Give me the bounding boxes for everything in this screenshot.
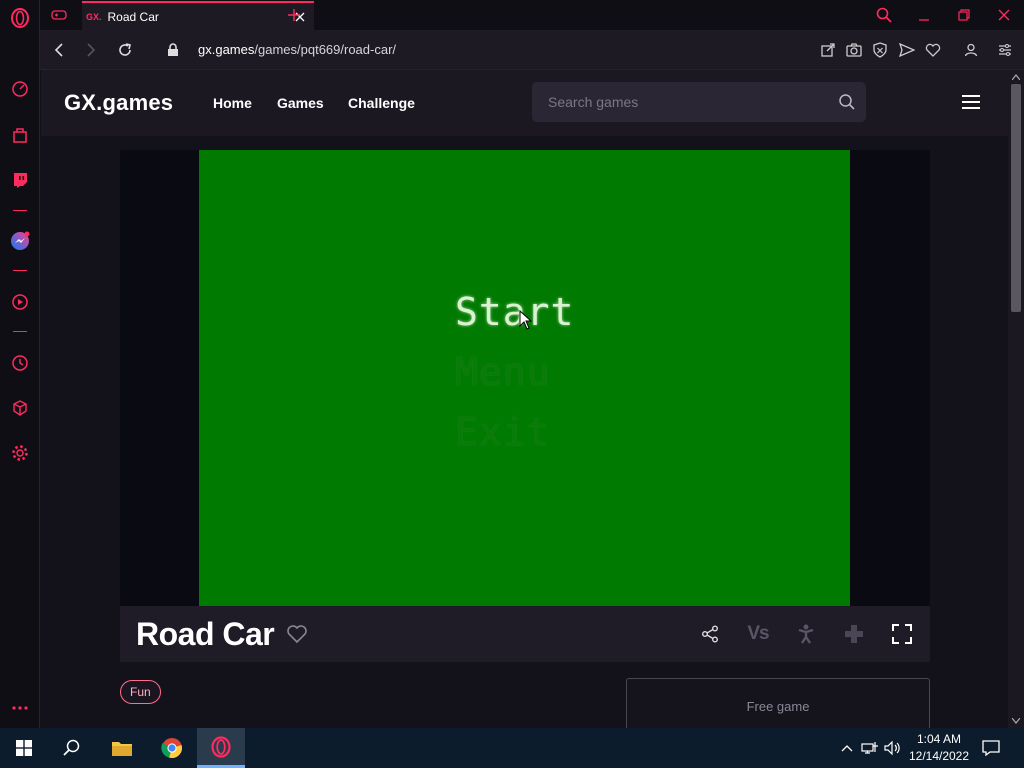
tag-fun[interactable]: Fun bbox=[120, 680, 161, 704]
url-host: gx.games bbox=[198, 42, 255, 57]
web-page: GX.games Home Games Challenge Start Menu… bbox=[41, 70, 1008, 728]
search-box bbox=[532, 82, 866, 122]
taskbar-search-icon[interactable] bbox=[48, 728, 96, 768]
game-frame: Start Menu Exit bbox=[120, 150, 930, 606]
opera-logo-icon[interactable] bbox=[9, 7, 31, 29]
close-window-icon[interactable] bbox=[993, 4, 1015, 26]
sidebar-divider bbox=[13, 270, 27, 271]
forward-arrow-icon[interactable] bbox=[80, 39, 102, 61]
page-scrollbar[interactable] bbox=[1008, 70, 1024, 728]
volume-icon[interactable] bbox=[884, 738, 902, 758]
sidebar-divider bbox=[13, 210, 27, 211]
hamburger-menu-icon[interactable] bbox=[962, 95, 980, 109]
share-icon[interactable] bbox=[698, 622, 722, 646]
tab-title: Road Car bbox=[107, 9, 159, 24]
scroll-up-arrow-icon[interactable] bbox=[1011, 72, 1021, 82]
windows-start-icon[interactable] bbox=[0, 728, 48, 768]
versus-mode-label[interactable]: Vs bbox=[746, 622, 770, 646]
free-game-label: Free game bbox=[746, 699, 810, 714]
scroll-down-arrow-icon[interactable] bbox=[1011, 716, 1021, 726]
player-icon[interactable] bbox=[9, 291, 31, 313]
tab-bar: GX. Road Car bbox=[40, 0, 1024, 30]
share-page-icon[interactable] bbox=[818, 40, 838, 60]
nav-challenge[interactable]: Challenge bbox=[348, 95, 415, 111]
adblock-shield-icon[interactable] bbox=[870, 40, 890, 60]
more-options-icon[interactable] bbox=[9, 697, 31, 719]
tray-chevron-up-icon[interactable] bbox=[838, 738, 856, 758]
bookmark-heart-icon[interactable] bbox=[923, 40, 943, 60]
nav-home[interactable]: Home bbox=[213, 95, 252, 111]
mouse-cursor-icon bbox=[519, 310, 533, 330]
file-explorer-icon[interactable] bbox=[98, 728, 146, 768]
restore-icon[interactable] bbox=[953, 4, 975, 26]
search-icon[interactable] bbox=[838, 93, 856, 111]
scroll-thumb[interactable] bbox=[1011, 84, 1021, 312]
tab-road-car[interactable]: GX. Road Car bbox=[82, 1, 314, 30]
new-tab-plus-icon[interactable] bbox=[284, 5, 304, 25]
reload-icon[interactable] bbox=[114, 39, 136, 61]
camera-snapshot-icon[interactable] bbox=[844, 40, 864, 60]
easy-setup-icon[interactable] bbox=[995, 40, 1015, 60]
taskbar-clock[interactable]: 1:04 AM 12/14/2022 bbox=[904, 731, 974, 765]
sidebar-divider bbox=[13, 331, 27, 332]
speed-dial-icon[interactable] bbox=[9, 78, 31, 100]
gx-games-logo[interactable]: GX.games bbox=[64, 90, 173, 116]
fullscreen-icon[interactable] bbox=[890, 622, 914, 646]
controller-dpad-icon[interactable] bbox=[842, 622, 866, 646]
network-icon[interactable] bbox=[861, 738, 879, 758]
windows-taskbar: 1:04 AM 12/14/2022 bbox=[0, 728, 1024, 768]
messenger-icon[interactable] bbox=[9, 230, 31, 252]
settings-gear-icon[interactable] bbox=[9, 442, 31, 464]
clock-time: 1:04 AM bbox=[916, 732, 962, 746]
nav-games[interactable]: Games bbox=[277, 95, 324, 111]
menu-option-menu[interactable]: Menu bbox=[455, 350, 551, 394]
lock-icon[interactable] bbox=[162, 39, 184, 61]
url-field[interactable]: gx.games/games/pqt669/road-car/ bbox=[198, 42, 396, 57]
search-input[interactable] bbox=[532, 82, 822, 122]
free-game-box: Free game bbox=[626, 678, 930, 728]
favorite-heart-icon[interactable] bbox=[286, 624, 308, 644]
notifications-icon[interactable] bbox=[982, 738, 1000, 758]
back-arrow-icon[interactable] bbox=[48, 39, 70, 61]
profile-icon[interactable] bbox=[961, 40, 981, 60]
tab-favicon: GX. bbox=[86, 11, 102, 22]
gx-control-icon[interactable] bbox=[9, 124, 31, 146]
game-title: Road Car bbox=[136, 616, 275, 652]
url-path: /games/pqt669/road-car/ bbox=[254, 42, 397, 57]
chrome-icon[interactable] bbox=[148, 728, 196, 768]
address-bar: gx.games/games/pqt669/road-car/ bbox=[40, 30, 1024, 70]
game-canvas[interactable]: Start Menu Exit bbox=[199, 150, 850, 606]
menu-option-exit[interactable]: Exit bbox=[455, 410, 551, 454]
clock-date: 12/14/2022 bbox=[908, 749, 970, 763]
menu-option-start[interactable]: Start bbox=[455, 290, 574, 334]
twitch-icon[interactable] bbox=[9, 169, 31, 191]
game-info-bar: Road Car Vs bbox=[120, 606, 930, 662]
screen: GX. Road Car gx.games/games/pqt669/road-… bbox=[0, 0, 1024, 768]
extensions-cube-icon[interactable] bbox=[9, 397, 31, 419]
site-header: GX.games Home Games Challenge bbox=[41, 70, 1008, 136]
search-tabs-icon[interactable] bbox=[873, 4, 895, 26]
gamepad-icon[interactable] bbox=[50, 6, 68, 24]
accessibility-icon[interactable] bbox=[794, 622, 818, 646]
history-icon[interactable] bbox=[9, 352, 31, 374]
minimize-icon[interactable] bbox=[913, 4, 935, 26]
gx-sidebar bbox=[0, 0, 40, 728]
send-arrow-icon[interactable] bbox=[897, 40, 917, 60]
opera-gx-taskbar-icon[interactable] bbox=[197, 728, 245, 768]
